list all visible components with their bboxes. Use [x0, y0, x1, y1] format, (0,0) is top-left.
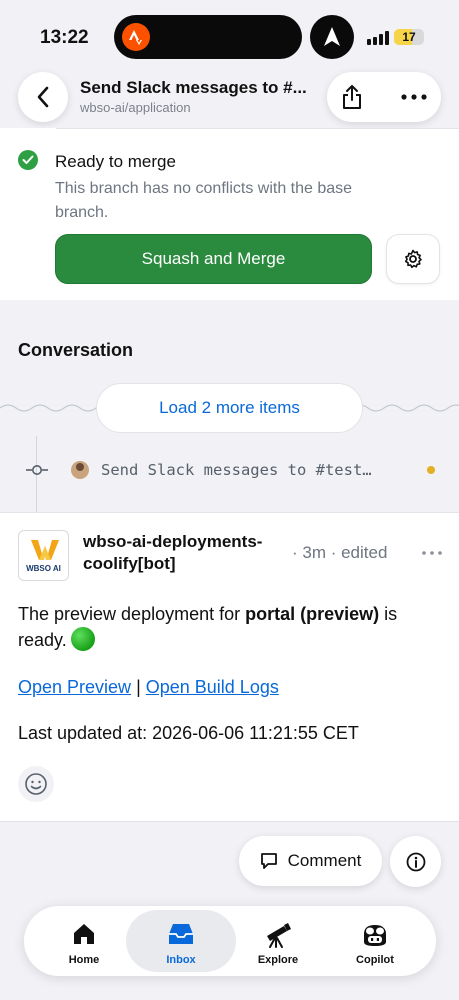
merge-status-description: This branch has no conflicts with the ba…	[55, 180, 353, 221]
header-title-block: Send Slack messages to #... wbso-ai/appl…	[80, 78, 320, 115]
page-title: Send Slack messages to #...	[80, 78, 307, 97]
home-icon	[74, 924, 94, 944]
status-bar: 13:22 17	[0, 0, 459, 70]
merge-status-title: Ready to merge	[55, 152, 176, 171]
merge-status-card: Ready to merge This branch has no confli…	[0, 128, 459, 300]
share-button[interactable]	[337, 82, 367, 112]
comment-body: The preview deployment for portal (previ…	[18, 601, 443, 653]
strava-icon	[122, 23, 150, 51]
tab-bar: Home Inbox Explore Copilot	[24, 906, 436, 976]
load-more-button[interactable]: Load 2 more items	[96, 383, 363, 433]
commit-author-avatar	[71, 461, 89, 479]
squash-and-merge-button[interactable]: Squash and Merge	[55, 234, 372, 284]
wbso-logo-icon	[31, 540, 59, 560]
tab-inbox[interactable]: Inbox	[126, 910, 236, 972]
check-circle-icon	[18, 150, 38, 170]
tab-explore[interactable]: Explore	[223, 910, 333, 972]
comment-body-prefix: The preview deployment for	[18, 604, 246, 624]
tab-inbox-label: Inbox	[166, 954, 196, 966]
comment-button-label: Comment	[287, 851, 362, 870]
link-separator: |	[131, 677, 146, 697]
bot-avatar[interactable]: WBSO AI	[18, 530, 69, 581]
dynamic-island	[114, 15, 302, 59]
header-actions	[327, 72, 441, 122]
comment-card: WBSO AI wbso-ai-deployments-coolify[bot]…	[0, 512, 459, 822]
telescope-icon	[267, 923, 291, 948]
comment-button[interactable]: Comment	[239, 836, 382, 886]
conversation-heading: Conversation	[18, 340, 134, 360]
gear-icon	[404, 249, 422, 269]
navigation-arrow-icon	[310, 15, 354, 59]
comment-author[interactable]: wbso-ai-deployments-coolify[bot]	[83, 531, 293, 575]
add-reaction-button[interactable]	[18, 766, 54, 802]
last-updated-text: Last updated at: 2026-06-06 11:21:55 CET	[18, 723, 359, 743]
back-button[interactable]	[18, 72, 68, 122]
tab-explore-label: Explore	[257, 954, 299, 966]
comment-links: Open Preview | Open Build Logs	[18, 677, 279, 698]
inbox-icon	[169, 924, 193, 944]
copilot-icon	[364, 925, 386, 946]
battery-level: 17	[402, 30, 416, 44]
share-icon	[343, 85, 361, 109]
more-horizontal-icon	[401, 94, 427, 100]
open-preview-link[interactable]: Open Preview	[18, 677, 131, 697]
status-time: 13:22	[40, 27, 89, 48]
merge-settings-button[interactable]	[386, 234, 440, 284]
comment-body-bold: portal (preview)	[245, 604, 380, 624]
open-build-logs-link[interactable]: Open Build Logs	[146, 677, 279, 697]
more-horizontal-icon	[422, 551, 442, 555]
comment-icon	[260, 853, 277, 869]
git-commit-icon	[26, 465, 48, 475]
info-button[interactable]	[390, 836, 441, 887]
tab-home-label: Home	[68, 954, 100, 966]
chevron-left-icon	[37, 86, 49, 108]
battery-icon: 17	[394, 29, 424, 45]
tab-home[interactable]: Home	[29, 910, 139, 972]
green-circle-emoji	[70, 627, 95, 651]
tab-copilot[interactable]: Copilot	[320, 910, 430, 972]
comment-meta: · 3m · edited	[292, 543, 388, 562]
tab-copilot-label: Copilot	[356, 954, 394, 966]
commit-status-dot	[427, 466, 435, 474]
bot-avatar-label: WBSO AI	[26, 564, 61, 573]
more-options-button[interactable]	[397, 82, 431, 112]
signal-icon	[367, 31, 389, 45]
divider	[56, 128, 459, 129]
commit-message[interactable]: Send Slack messages to #test…	[101, 461, 372, 479]
repository-name[interactable]: wbso-ai/application	[80, 100, 320, 115]
smiley-icon	[25, 773, 47, 795]
info-icon	[406, 852, 425, 871]
comment-options-button[interactable]	[420, 543, 444, 563]
